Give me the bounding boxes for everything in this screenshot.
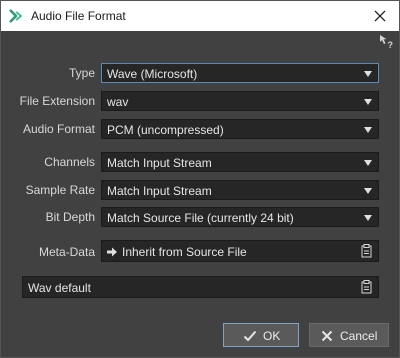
title-bar: Audio File Format <box>1 1 399 31</box>
file-extension-label: File Extension <box>19 94 95 108</box>
chevron-down-icon <box>364 215 372 221</box>
context-help-icon[interactable]: ? <box>379 34 395 50</box>
ok-button[interactable]: OK <box>223 323 299 347</box>
check-icon <box>243 330 257 342</box>
chevron-down-icon <box>364 160 372 166</box>
preset-value: Wav default <box>28 281 91 295</box>
channels-value: Match Input Stream <box>107 156 212 170</box>
arrow-right-icon <box>107 247 117 257</box>
audio-format-value: PCM (uncompressed) <box>107 123 224 137</box>
close-icon[interactable] <box>369 5 391 27</box>
type-label: Type <box>68 66 95 80</box>
meta-data-value: Inherit from Source File <box>122 245 247 259</box>
sample-rate-dropdown[interactable]: Match Input Stream <box>101 180 379 200</box>
bit-depth-label: Bit Depth <box>45 210 95 224</box>
chevron-down-icon <box>364 71 372 77</box>
type-value: Wave (Microsoft) <box>107 67 198 81</box>
cancel-button-label: Cancel <box>340 329 378 343</box>
audio-format-dropdown[interactable]: PCM (uncompressed) <box>101 119 379 139</box>
sample-rate-label: Sample Rate <box>25 183 95 197</box>
chevron-down-icon <box>364 99 372 105</box>
dialog-title: Audio File Format <box>31 9 126 23</box>
x-icon <box>321 330 333 342</box>
cancel-button[interactable]: Cancel <box>309 323 389 347</box>
wavelab-logo-icon <box>9 9 22 23</box>
file-extension-dropdown[interactable]: wav <box>101 91 379 111</box>
channels-label: Channels <box>44 155 95 169</box>
channels-dropdown[interactable]: Match Input Stream <box>101 152 379 172</box>
chevron-down-icon <box>364 188 372 194</box>
clipboard-icon[interactable] <box>361 244 373 258</box>
meta-data-label: Meta-Data <box>38 245 95 259</box>
chevron-down-icon <box>364 127 372 133</box>
preset-field[interactable]: Wav default <box>22 276 379 298</box>
audio-format-label: Audio Format <box>22 122 95 136</box>
file-extension-value: wav <box>107 95 129 109</box>
bit-depth-value: Match Source File (currently 24 bit) <box>107 211 294 225</box>
audio-file-format-dialog: Audio File Format ? Type Wave (Microsoft… <box>0 0 400 358</box>
meta-data-field[interactable]: Inherit from Source File <box>101 240 379 262</box>
svg-text:?: ? <box>388 40 394 50</box>
bit-depth-dropdown[interactable]: Match Source File (currently 24 bit) <box>101 207 379 227</box>
clipboard-icon[interactable] <box>361 280 373 294</box>
sample-rate-value: Match Input Stream <box>107 184 212 198</box>
type-dropdown[interactable]: Wave (Microsoft) <box>101 63 379 83</box>
ok-button-label: OK <box>263 329 281 343</box>
